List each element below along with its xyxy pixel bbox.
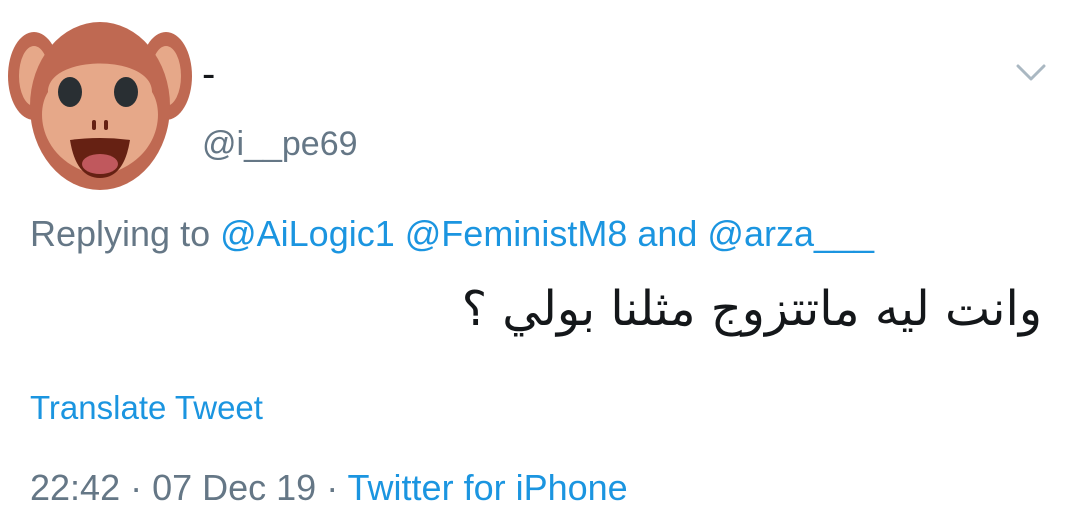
tweet-metadata: 22:42 · 07 Dec 19 · Twitter for iPhone <box>30 466 628 510</box>
chevron-down-icon[interactable] <box>1014 60 1048 86</box>
tweet-card: - @i__pe69 Replying to @AiLogic1 @Femini… <box>0 0 1068 524</box>
mention-ailogic1[interactable]: @AiLogic1 <box>220 213 395 254</box>
mention-joiner[interactable]: and <box>627 213 707 254</box>
translate-tweet-link[interactable]: Translate Tweet <box>30 388 263 428</box>
user-handle[interactable]: @i__pe69 <box>202 124 358 164</box>
tweet-time[interactable]: 22:42 <box>30 467 120 508</box>
replying-to-label: Replying to <box>30 213 221 254</box>
see-no-evil-monkey-icon[interactable] <box>8 14 192 190</box>
display-name[interactable]: - <box>202 52 215 96</box>
mention-arza[interactable]: @arza___ <box>707 213 874 254</box>
meta-separator: · <box>316 467 348 508</box>
tweet-date[interactable]: 07 Dec 19 <box>152 467 316 508</box>
mention-feministm8[interactable]: @FeministM8 <box>405 213 628 254</box>
tweet-source-link[interactable]: Twitter for iPhone <box>348 467 628 508</box>
replying-to-line: Replying to @AiLogic1 @FeministM8 and @a… <box>30 212 874 256</box>
tweet-text: وانت ليه ماتتزوج مثلنا بولي ؟ <box>461 281 1042 337</box>
meta-separator: · <box>120 467 153 508</box>
